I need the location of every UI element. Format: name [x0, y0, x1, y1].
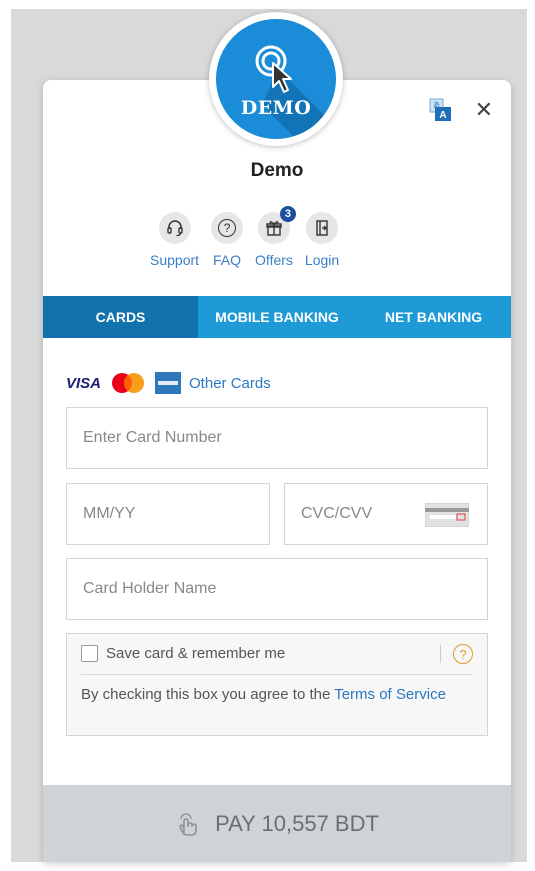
translate-icon[interactable]: A あ	[429, 98, 453, 122]
touch-icon	[179, 812, 197, 836]
support-label: Support	[150, 252, 200, 268]
save-card-label: Save card & remember me	[106, 645, 286, 662]
pay-button[interactable]: PAY 10,557 BDT	[43, 785, 511, 862]
faq-label: FAQ	[213, 252, 242, 268]
cvc-field[interactable]	[284, 483, 488, 545]
terms-prefix: By checking this box you agree to the	[81, 686, 335, 703]
close-icon[interactable]: ✕	[475, 99, 493, 121]
tab-cards[interactable]: CARDS	[43, 296, 198, 338]
card-holder-input[interactable]	[67, 559, 487, 619]
merchant-name: Demo	[250, 160, 304, 181]
other-cards-link[interactable]: Other Cards	[189, 375, 271, 392]
card-number-input[interactable]	[67, 408, 487, 468]
help-icon[interactable]: ?	[453, 644, 473, 664]
merchant-logo: DEMO	[209, 12, 343, 146]
tab-net-banking[interactable]: NET BANKING	[356, 296, 511, 338]
card-back-icon	[425, 503, 469, 527]
logo-badge: DEMO	[216, 19, 336, 139]
amex-logo	[155, 372, 182, 394]
question-glyph: ?	[218, 219, 237, 237]
svg-text:あ: あ	[433, 101, 440, 109]
support-button[interactable]: Support	[150, 212, 199, 268]
card-holder-field[interactable]	[66, 558, 488, 620]
divider	[440, 645, 441, 663]
header-icons: A あ ✕	[429, 98, 493, 122]
expiry-input[interactable]	[67, 484, 269, 544]
gift-icon: 3	[257, 206, 296, 244]
terms-link[interactable]: Terms of Service	[334, 686, 446, 703]
question-icon: ?	[211, 212, 244, 244]
login-icon	[306, 212, 339, 244]
card-brands: VISA Other Cards	[66, 372, 271, 394]
quick-actions: Support ? FAQ 3 Offers Login	[150, 206, 339, 268]
visa-logo: VISA	[66, 374, 102, 392]
save-card-checkbox[interactable]	[81, 645, 98, 662]
logo-text: DEMO	[240, 97, 312, 119]
offers-badge: 3	[279, 206, 296, 222]
terms-text: By checking this box you agree to the Te…	[81, 684, 471, 706]
payment-card: A あ ✕ Demo Support ? FAQ 3 Offers Login …	[43, 80, 511, 862]
pay-label: PAY 10,557 BDT	[215, 810, 379, 836]
faq-button[interactable]: ? FAQ	[211, 212, 244, 268]
offers-button[interactable]: 3 Offers	[255, 206, 296, 268]
payment-method-tabs: CARDS MOBILE BANKING NET BANKING	[43, 296, 511, 338]
login-button[interactable]: Login	[305, 212, 339, 268]
help-area: ?	[440, 644, 473, 664]
card-number-field[interactable]	[66, 407, 488, 469]
save-card-row: Save card & remember me	[81, 645, 285, 662]
mastercard-logo	[112, 373, 145, 393]
svg-text:A: A	[439, 110, 446, 121]
headset-icon	[158, 212, 191, 244]
tab-mobile-banking[interactable]: MOBILE BANKING	[198, 296, 356, 338]
cursor-click-icon	[255, 45, 336, 139]
save-card-section: Save card & remember me ? By checking th…	[66, 633, 488, 736]
login-label: Login	[304, 252, 340, 268]
offers-label: Offers	[255, 252, 293, 268]
divider	[81, 674, 473, 675]
expiry-field[interactable]	[66, 483, 270, 545]
